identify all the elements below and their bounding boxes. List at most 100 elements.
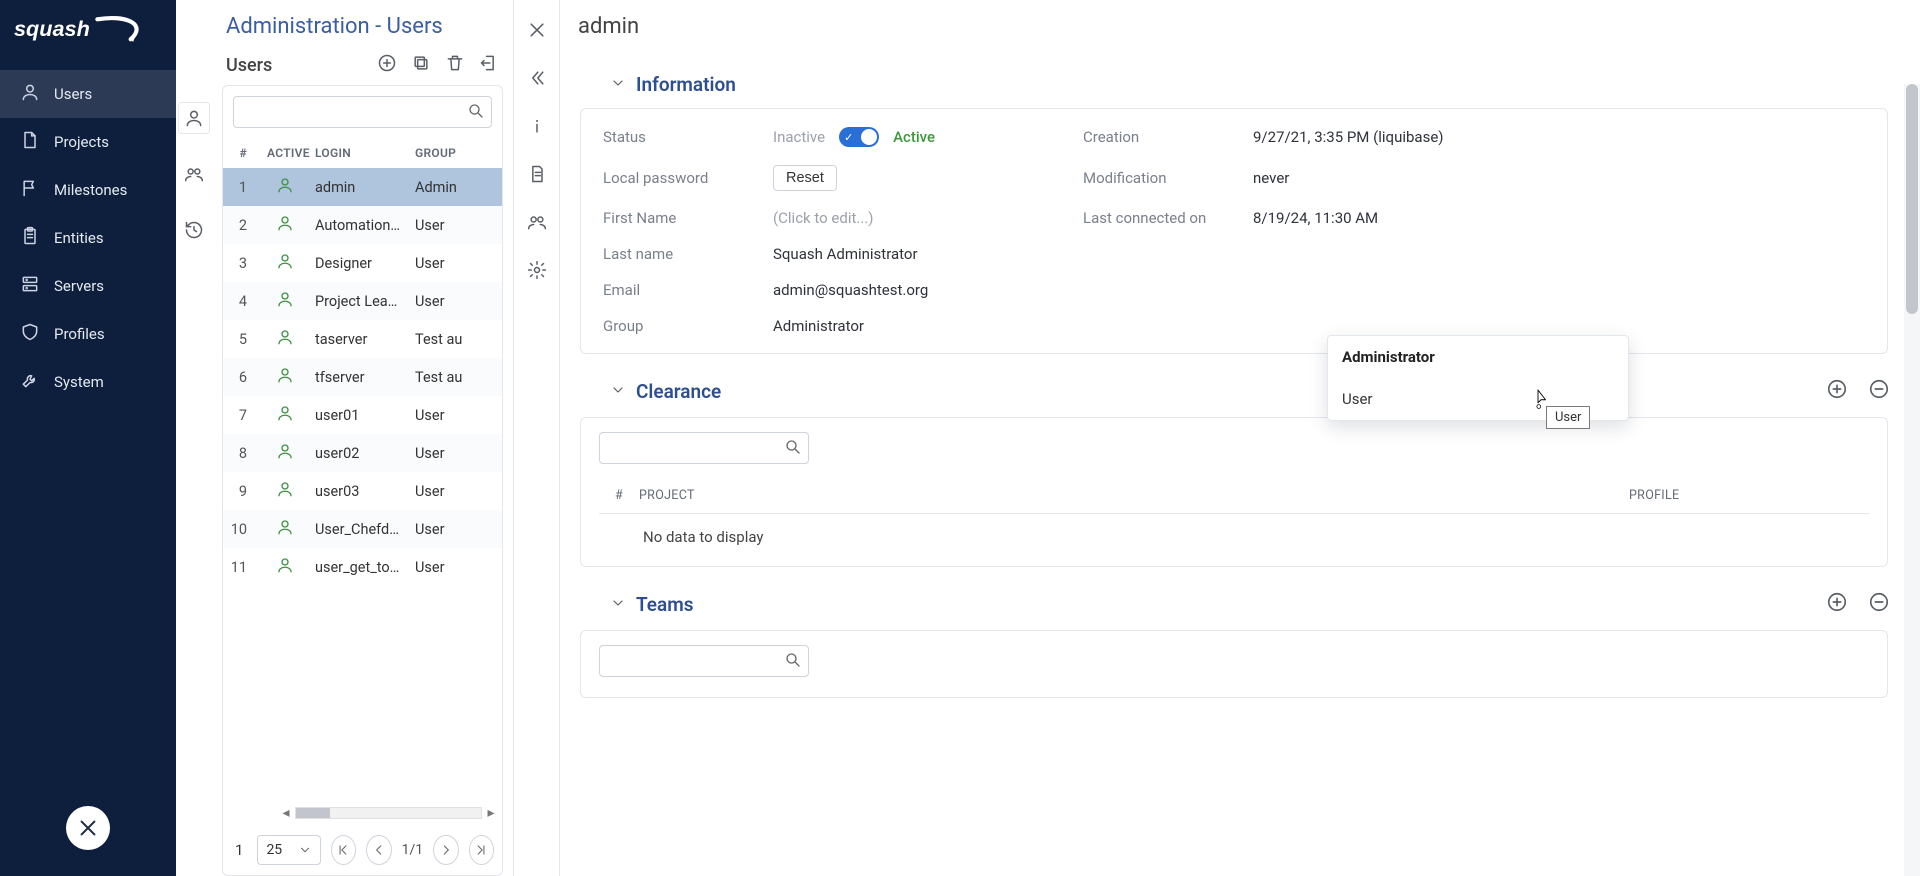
add-team-icon[interactable] <box>1826 591 1848 618</box>
reset-password-button[interactable]: Reset <box>773 165 837 191</box>
delete-user-icon[interactable] <box>445 53 465 77</box>
table-row[interactable]: 6tfserverTest au <box>223 358 502 396</box>
table-row[interactable]: 4Project LeaderUser <box>223 282 502 320</box>
table-row[interactable]: 7user01User <box>223 396 502 434</box>
pager-first[interactable] <box>331 835 356 865</box>
scroll-left-icon[interactable]: ◂ <box>279 806 293 820</box>
col-login[interactable]: LOGIN <box>309 138 409 168</box>
detail-v-scrollbar[interactable] <box>1904 84 1920 876</box>
row-group: User <box>409 396 502 434</box>
close-detail-icon[interactable] <box>523 16 551 44</box>
collapse-detail-icon[interactable] <box>523 64 551 92</box>
scroll-right-icon[interactable]: ▸ <box>484 806 498 820</box>
collapse-info-icon[interactable] <box>610 73 626 96</box>
table-row[interactable]: 8user02User <box>223 434 502 472</box>
section-teams-heading: Teams <box>636 593 694 616</box>
rail-history-tab[interactable] <box>178 214 210 246</box>
lastname-field[interactable]: Squash Administrator <box>773 245 1073 263</box>
info-card: Status Inactive ✓ Active Creation 9/27/2… <box>580 108 1888 354</box>
remove-clearance-icon[interactable] <box>1868 378 1890 405</box>
table-row[interactable]: 2Automation ...User <box>223 206 502 244</box>
row-num: 3 <box>223 244 261 282</box>
col-num[interactable]: # <box>223 138 261 168</box>
pager-next[interactable] <box>433 835 458 865</box>
rail-teams-tab[interactable] <box>178 158 210 190</box>
nav-projects[interactable]: Projects <box>0 118 176 166</box>
page-title: Administration - Users <box>212 0 513 39</box>
add-clearance-icon[interactable] <box>1826 378 1848 405</box>
table-row[interactable]: 5taserverTest au <box>223 320 502 358</box>
nav-system[interactable]: System <box>0 358 176 406</box>
firstname-field[interactable]: (Click to edit...) <box>773 209 1073 227</box>
row-login: Project Leader <box>309 282 409 320</box>
table-row[interactable]: 10User_Chefde...User <box>223 510 502 548</box>
table-row[interactable]: 9user03User <box>223 472 502 510</box>
close-admin-button[interactable] <box>66 806 110 850</box>
users-list-panel: Administration - Users Users # ACTIVE LO… <box>212 0 514 876</box>
tab-info-icon[interactable] <box>523 112 551 140</box>
row-num: 1 <box>223 168 261 206</box>
active-status-icon <box>276 371 294 388</box>
rail-users-tab[interactable] <box>178 102 210 134</box>
export-users-icon[interactable] <box>479 53 499 77</box>
collapse-clearance-icon[interactable] <box>610 380 626 403</box>
nav-servers[interactable]: Servers <box>0 262 176 310</box>
teams-search-input[interactable] <box>599 645 809 677</box>
copy-users-icon[interactable] <box>411 53 431 77</box>
users-table: # ACTIVE LOGIN GROUP 1adminAdmin2Automat… <box>223 138 502 805</box>
group-option-admin[interactable]: Administrator <box>1328 336 1628 378</box>
user-icon <box>20 82 40 106</box>
table-row[interactable]: 11user_get_tok...User <box>223 548 502 586</box>
tab-docs-icon[interactable] <box>523 160 551 188</box>
row-num: 6 <box>223 358 261 396</box>
tab-teams-icon[interactable] <box>523 208 551 236</box>
pager-prev[interactable] <box>366 835 391 865</box>
clearance-col-project[interactable]: PROJECT <box>639 488 1629 503</box>
row-login: user03 <box>309 472 409 510</box>
row-num: 5 <box>223 320 261 358</box>
col-active[interactable]: ACTIVE <box>261 138 309 168</box>
search-icon <box>784 438 802 460</box>
svg-text:squash: squash <box>14 16 90 41</box>
table-h-scrollbar[interactable]: ◂ ▸ <box>223 805 502 821</box>
collapse-nav-icon[interactable] <box>148 426 162 444</box>
nav-entities[interactable]: Entities <box>0 214 176 262</box>
table-row[interactable]: 3DesignerUser <box>223 244 502 282</box>
sort-asc-icon <box>699 490 711 502</box>
remove-team-icon[interactable] <box>1868 591 1890 618</box>
clearance-card: # PROJECT PROFILE No data to display <box>580 417 1888 567</box>
table-row[interactable]: 1adminAdmin <box>223 168 502 206</box>
col-group[interactable]: GROUP <box>409 138 502 168</box>
creation-label: Creation <box>1083 128 1243 146</box>
nav-profiles[interactable]: Profiles <box>0 310 176 358</box>
user-search-input[interactable] <box>233 96 492 128</box>
row-group: User <box>409 206 502 244</box>
clipboard-icon <box>20 226 40 250</box>
status-label: Status <box>603 128 763 146</box>
clearance-search-input[interactable] <box>599 432 809 464</box>
page-size-select[interactable]: 25 <box>257 835 320 865</box>
lastname-label: Last name <box>603 245 763 263</box>
row-group: User <box>409 510 502 548</box>
email-field[interactable]: admin@squashtest.org <box>773 281 1073 299</box>
clearance-col-profile[interactable]: PROFILE <box>1629 488 1869 503</box>
group-field[interactable]: Administrator <box>773 317 1073 335</box>
active-status-icon <box>276 447 294 464</box>
add-user-icon[interactable] <box>377 53 397 77</box>
clearance-empty: No data to display <box>599 514 1869 546</box>
clearance-col-num[interactable]: # <box>599 488 639 503</box>
status-toggle[interactable]: ✓ <box>839 127 879 147</box>
nav-milestones[interactable]: Milestones <box>0 166 176 214</box>
list-heading: Users <box>226 55 272 76</box>
pager-label: 1/1 <box>402 842 424 858</box>
row-login: taserver <box>309 320 409 358</box>
detail-rail <box>514 0 560 876</box>
nav-label: Milestones <box>54 181 127 199</box>
modification-label: Modification <box>1083 169 1243 187</box>
pager-last[interactable] <box>469 835 494 865</box>
row-num: 4 <box>223 282 261 320</box>
tab-settings-icon[interactable] <box>523 256 551 284</box>
collapse-teams-icon[interactable] <box>610 593 626 616</box>
nav-label: Servers <box>54 277 104 295</box>
nav-users[interactable]: Users <box>0 70 176 118</box>
